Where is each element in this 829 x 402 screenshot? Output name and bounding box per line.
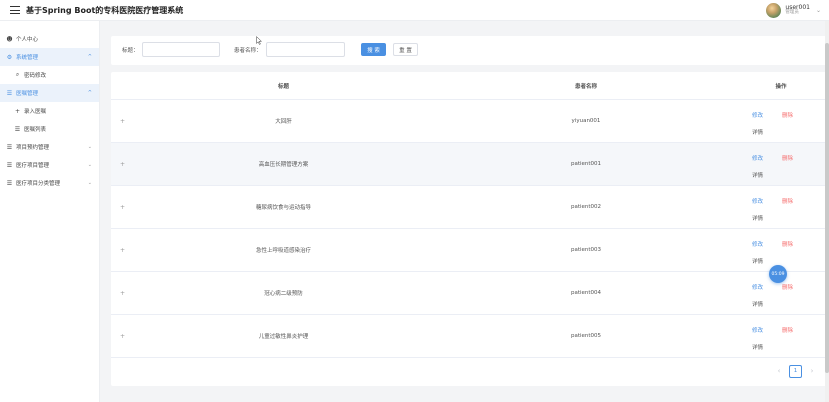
row-patient: patient002: [570, 204, 602, 210]
sidebar-item-label: 录入医嘱: [24, 109, 47, 115]
app-title: 基于Spring Boot的专科医院医疗管理系统: [26, 5, 184, 15]
user-role: 管理员: [785, 10, 799, 16]
delete-link[interactable]: 删除: [782, 111, 793, 119]
detail-link[interactable]: 详情: [752, 128, 763, 136]
table-header: 标题 患者名称 操作: [111, 72, 827, 100]
row-title: 大回肝: [275, 119, 292, 125]
row-patient: patient005: [570, 333, 602, 339]
row-title: 儿童过敏性鼻炎护理: [258, 334, 309, 340]
scrollbar-thumb[interactable]: [825, 43, 829, 373]
list-icon: ☰: [6, 89, 13, 97]
chevron-down-icon: ⌄: [87, 162, 92, 168]
search-button[interactable]: 搜 索: [361, 43, 386, 56]
sidebar-item-label: 项目预约管理: [16, 145, 50, 151]
pagination: ‹ 1 ›: [772, 364, 819, 378]
page-number-button[interactable]: 1: [789, 364, 802, 378]
detail-link[interactable]: 详情: [752, 214, 763, 222]
column-header-patient: 患者名称: [574, 83, 597, 90]
sidebar-item-label: 系统管理: [16, 55, 39, 61]
table-row: + 大回肝 yiyuan001 修改 删除 详情: [111, 100, 827, 143]
edit-link[interactable]: 修改: [752, 326, 763, 334]
user-icon: ☻: [6, 35, 13, 43]
sidebar-item-label: 医嘱列表: [24, 127, 47, 133]
page-scrollbar[interactable]: [825, 21, 829, 402]
chevron-down-icon: ⌄: [87, 180, 92, 186]
sidebar-item-medical-order-list[interactable]: ☰ 医嘱列表: [0, 120, 99, 138]
row-title: 糖尿病饮食与运动指导: [255, 205, 311, 211]
delete-link[interactable]: 删除: [782, 326, 793, 334]
patient-search-input[interactable]: [266, 42, 345, 57]
search-panel: 标题： 患者名称： 搜 索 重 置: [111, 36, 827, 65]
list-icon: ☰: [6, 143, 13, 151]
detail-link[interactable]: 详情: [752, 343, 763, 351]
detail-link[interactable]: 详情: [752, 257, 763, 265]
sidebar-item-label: 医疗项目分类管理: [16, 181, 61, 187]
gear-icon: ⚙: [6, 53, 13, 61]
key-icon: ⌕: [15, 71, 20, 78]
table-row: + 急性上呼吸道感染治疗 patient003 修改 删除 详情: [111, 229, 827, 272]
chevron-down-icon: ⌄: [87, 144, 92, 150]
detail-link[interactable]: 详情: [752, 171, 763, 179]
table-row: + 高血压长期管理方案 patient001 修改 删除 详情: [111, 143, 827, 186]
edit-link[interactable]: 修改: [752, 240, 763, 248]
sidebar-item-project-category[interactable]: ☰ 医疗项目分类管理 ⌄: [0, 174, 99, 192]
medical-order-table: 标题 患者名称 操作 + 大回肝 yiyuan001 修改 删除 详情 + 高血…: [111, 72, 827, 386]
plus-icon: +: [14, 107, 21, 115]
chevron-up-icon: ^: [87, 54, 92, 60]
list-icon: ☰: [6, 179, 13, 187]
sidebar-item-medical-project[interactable]: ☰ 医疗项目管理 ⌄: [0, 156, 99, 174]
row-patient: patient001: [570, 161, 602, 167]
title-search-label: 标题：: [122, 48, 139, 54]
edit-link[interactable]: 修改: [752, 111, 763, 119]
row-title: 急性上呼吸道感染治疗: [255, 248, 311, 254]
next-page-button[interactable]: ›: [805, 364, 819, 378]
edit-link[interactable]: 修改: [752, 197, 763, 205]
row-title: 冠心病二级预防: [264, 291, 303, 297]
delete-link[interactable]: 删除: [782, 197, 793, 205]
sidebar-item-add-medical-order[interactable]: + 录入医嘱: [0, 102, 99, 120]
sidebar-item-label: 医嘱管理: [16, 91, 39, 97]
top-header: 基于Spring Boot的专科医院医疗管理系统 user001 管理员 ⌄: [0, 0, 829, 21]
edit-link[interactable]: 修改: [752, 154, 763, 162]
delete-link[interactable]: 删除: [782, 154, 793, 162]
avatar[interactable]: [766, 3, 782, 18]
delete-link[interactable]: 删除: [782, 240, 793, 248]
chevron-up-icon: ^: [87, 90, 92, 96]
sidebar-item-label: 个人中心: [16, 37, 39, 43]
sidebar-item-system-management[interactable]: ⚙ 系统管理 ^: [0, 48, 99, 66]
timer-badge[interactable]: 05:09: [769, 265, 787, 283]
user-menu[interactable]: user001 管理员 ⌄: [766, 1, 821, 20]
column-header-actions: 操作: [775, 83, 787, 90]
sidebar: ☻ 个人中心 ⚙ 系统管理 ^ ⌕ 密码修改 ☰ 医嘱管理 ^ + 录入医嘱 ☰…: [0, 21, 100, 402]
row-patient: yiyuan001: [571, 118, 601, 124]
table-row: + 儿童过敏性鼻炎护理 patient005 修改 删除 详情: [111, 315, 827, 358]
sidebar-item-label: 密码修改: [24, 73, 47, 79]
sidebar-item-password-change[interactable]: ⌕ 密码修改: [0, 66, 99, 84]
patient-search-label: 患者名称：: [234, 48, 262, 54]
row-patient: patient003: [570, 247, 602, 253]
table-row: + 糖尿病饮食与运动指导 patient002 修改 删除 详情: [111, 186, 827, 229]
reset-button[interactable]: 重 置: [393, 43, 418, 56]
list-icon: ☰: [14, 125, 21, 133]
edit-link[interactable]: 修改: [752, 283, 763, 291]
chevron-down-icon[interactable]: ⌄: [816, 7, 821, 14]
column-header-title: 标题: [277, 83, 289, 90]
sidebar-item-project-appointment[interactable]: ☰ 项目预约管理 ⌄: [0, 138, 99, 156]
prev-page-button[interactable]: ‹: [772, 364, 786, 378]
title-search-input[interactable]: [142, 42, 220, 57]
row-patient: patient004: [570, 290, 602, 296]
mouse-cursor-icon: [256, 36, 262, 45]
row-title: 高血压长期管理方案: [258, 162, 309, 168]
menu-toggle-icon[interactable]: [10, 6, 20, 14]
detail-link[interactable]: 详情: [752, 300, 763, 308]
sidebar-item-medical-order-management[interactable]: ☰ 医嘱管理 ^: [0, 84, 99, 102]
sidebar-item-label: 医疗项目管理: [16, 163, 50, 169]
delete-link[interactable]: 删除: [782, 283, 793, 291]
list-icon: ☰: [6, 161, 13, 169]
sidebar-item-personal-center[interactable]: ☻ 个人中心: [0, 30, 99, 48]
table-row: + 冠心病二级预防 patient004 修改 删除 详情: [111, 272, 827, 315]
